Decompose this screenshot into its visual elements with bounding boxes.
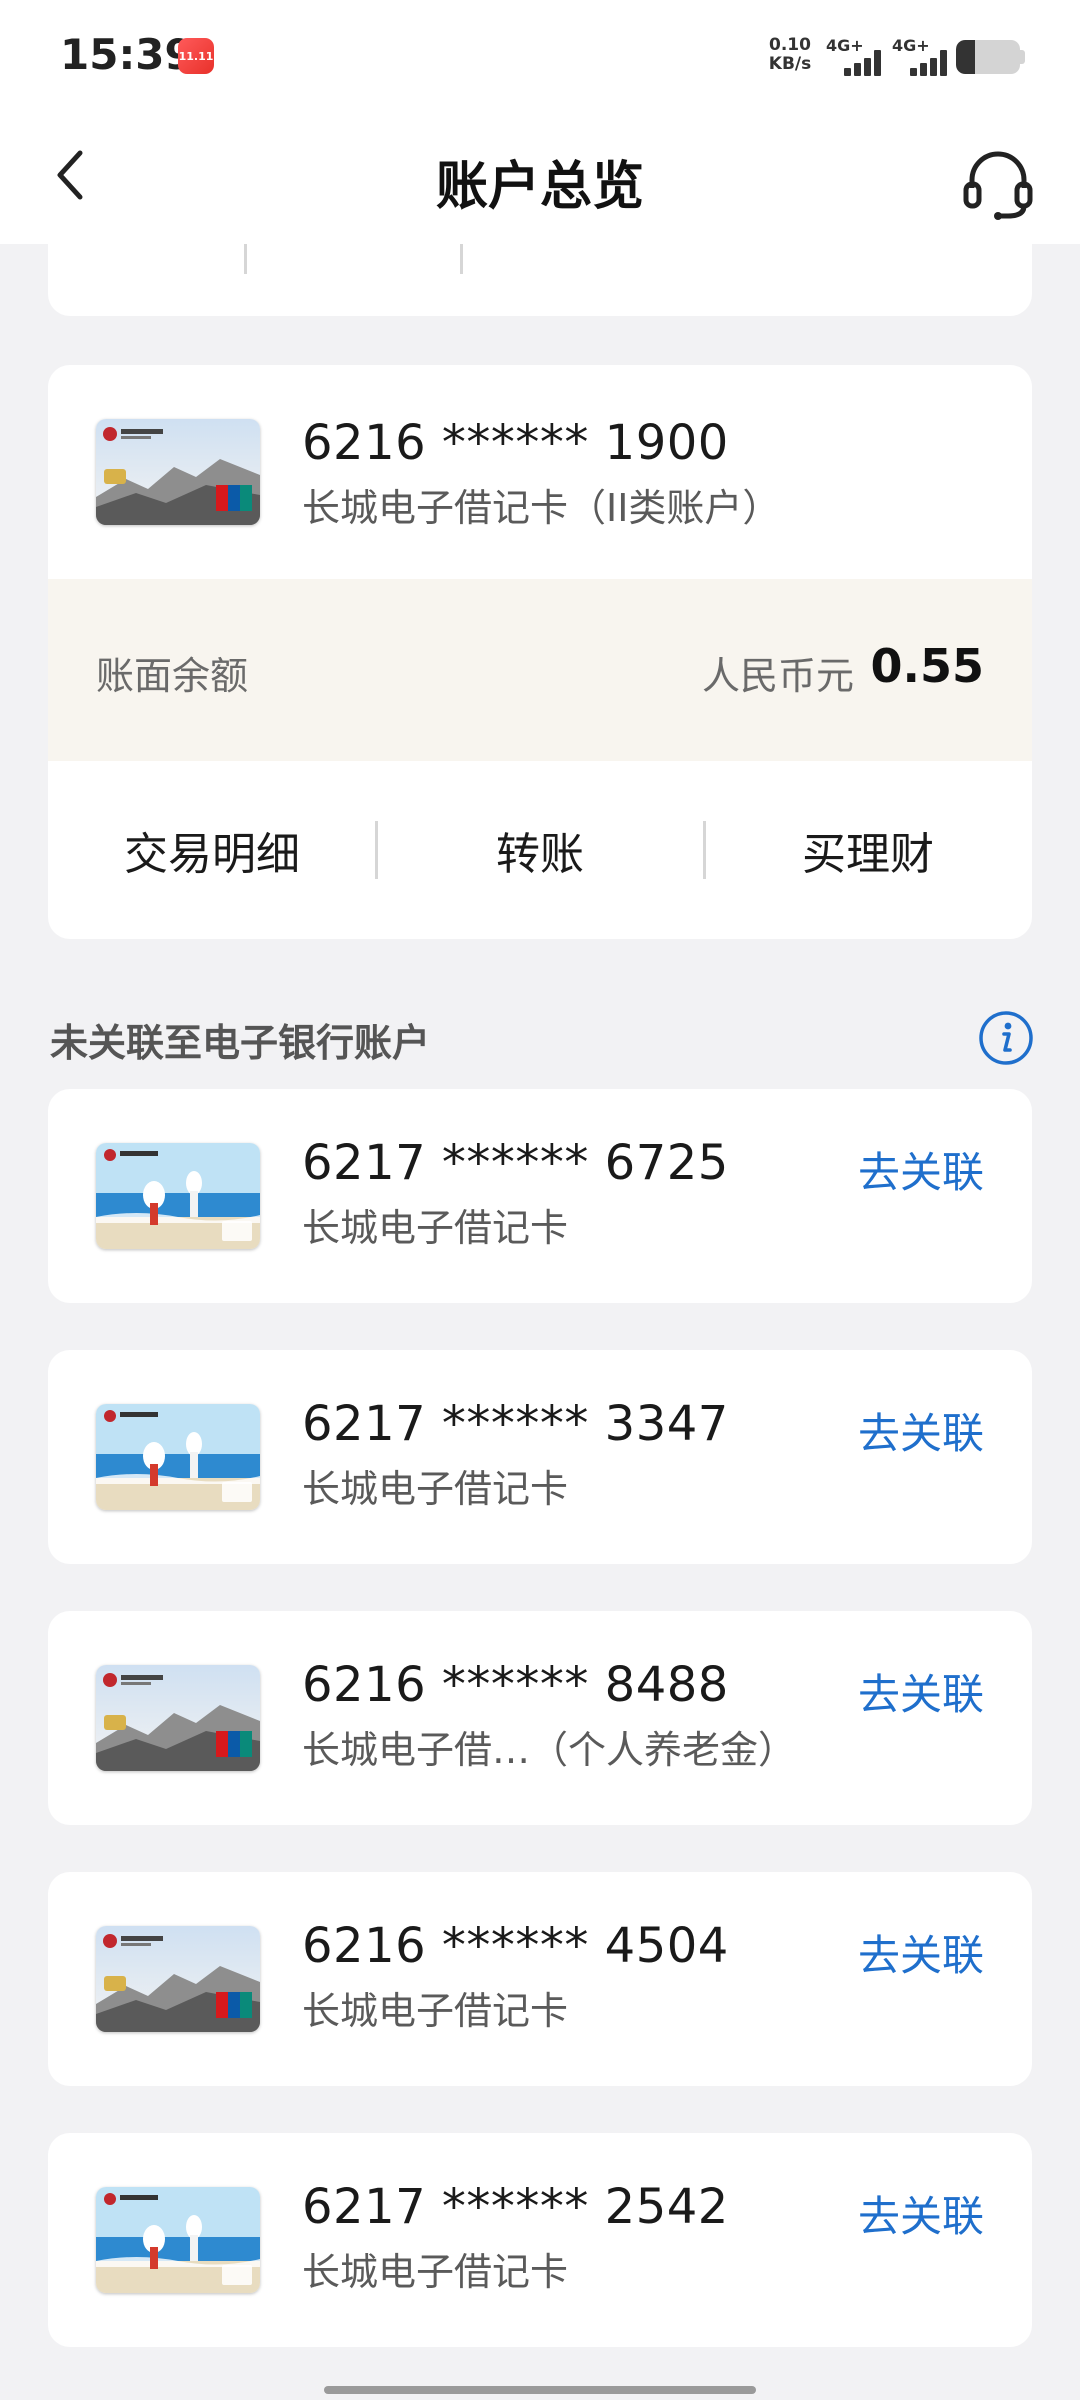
unlinked-account-card[interactable]: 6216 ****** 4504 长城电子借记卡 去关联 [48, 1872, 1032, 2086]
battery-tip [1020, 50, 1025, 64]
account-number: 6217 ****** 3347 [302, 1396, 729, 1452]
account-name: 长城电子借记卡 [302, 1989, 569, 2033]
beach-card-image [96, 2187, 260, 2293]
shopping-app-notification-icon: 11.11 [178, 38, 214, 74]
account-name: 长城电子借…（个人养老金） [302, 1728, 797, 1772]
unlinked-account-card[interactable]: 6216 ****** 8488 长城电子借…（个人养老金） 去关联 [48, 1611, 1032, 1825]
balance-value: 0.55 [870, 639, 985, 693]
screen: 交易明细 转账 买理财 [0, 0, 1080, 2400]
unlinked-account-card[interactable]: 6217 ****** 2542 长城电子借记卡 去关联 [48, 2133, 1032, 2347]
network-speed: 0.10 KB/s [766, 36, 814, 74]
great-wall-card-image [96, 1665, 260, 1771]
account-name: 长城电子借记卡 [302, 2250, 569, 2294]
balance-section: 账面余额 人民币元 0.55 [48, 579, 1032, 761]
great-wall-card-image [96, 419, 260, 525]
account-number: 6217 ****** 6725 [302, 1135, 729, 1191]
link-account-button[interactable]: 去关联 [858, 1922, 984, 1983]
account-name: 长城电子借记卡 [302, 1206, 569, 1250]
unlinked-section-title: 未关联至电子银行账户 [50, 1021, 431, 1065]
home-indicator[interactable] [324, 2386, 756, 2394]
linked-account-card: 6216 ****** 1900 长城电子借记卡（II类账户） 账面余额 人民币… [48, 365, 1032, 939]
network-speed-value: 0.10 [769, 35, 811, 55]
info-icon[interactable] [978, 1010, 1034, 1066]
unlinked-account-card[interactable]: 6217 ****** 3347 长城电子借记卡 去关联 [48, 1350, 1032, 1564]
account-name: 长城电子借记卡（II类账户） [302, 486, 781, 530]
signal-icon: 4G+ [892, 36, 956, 76]
navigation-bar: 账户总览 [0, 110, 1080, 244]
transaction-details-button[interactable]: 交易明细 [48, 761, 376, 939]
account-number: 6216 ****** 4504 [302, 1918, 729, 1974]
account-number: 6217 ****** 2542 [302, 2179, 729, 2235]
beach-card-image [96, 1404, 260, 1510]
status-bar: 15:39 11.11 0.10 KB/s 4G+ 4G+ [0, 0, 1080, 110]
customer-service-button[interactable] [958, 144, 1038, 224]
account-number: 6216 ****** 8488 [302, 1657, 729, 1713]
link-account-button[interactable]: 去关联 [858, 1661, 984, 1722]
status-time: 15:39 [60, 30, 194, 79]
account-number: 6216 ****** 1900 [302, 415, 729, 471]
great-wall-card-image [96, 1926, 260, 2032]
currency-label: 人民币元 [701, 654, 854, 698]
account-name: 长城电子借记卡 [302, 1467, 569, 1511]
link-account-button[interactable]: 去关联 [858, 1400, 984, 1461]
unlinked-account-card[interactable]: 6217 ****** 6725 长城电子借记卡 去关联 [48, 1089, 1032, 1303]
balance-label: 账面余额 [96, 654, 249, 698]
beach-card-image [96, 1143, 260, 1249]
link-account-button[interactable]: 去关联 [858, 2183, 984, 2244]
transfer-button[interactable]: 转账 [376, 761, 704, 939]
headset-icon [963, 151, 1033, 220]
battery-icon [956, 40, 1020, 74]
link-account-button[interactable]: 去关联 [858, 1139, 984, 1200]
page-title: 账户总览 [435, 157, 644, 217]
buy-wealth-product-button[interactable]: 买理财 [704, 761, 1032, 939]
network-speed-unit: KB/s [768, 54, 812, 74]
account-actions: 交易明细 转账 买理财 [48, 761, 1032, 939]
signal-icon: 4G+ [826, 36, 890, 76]
